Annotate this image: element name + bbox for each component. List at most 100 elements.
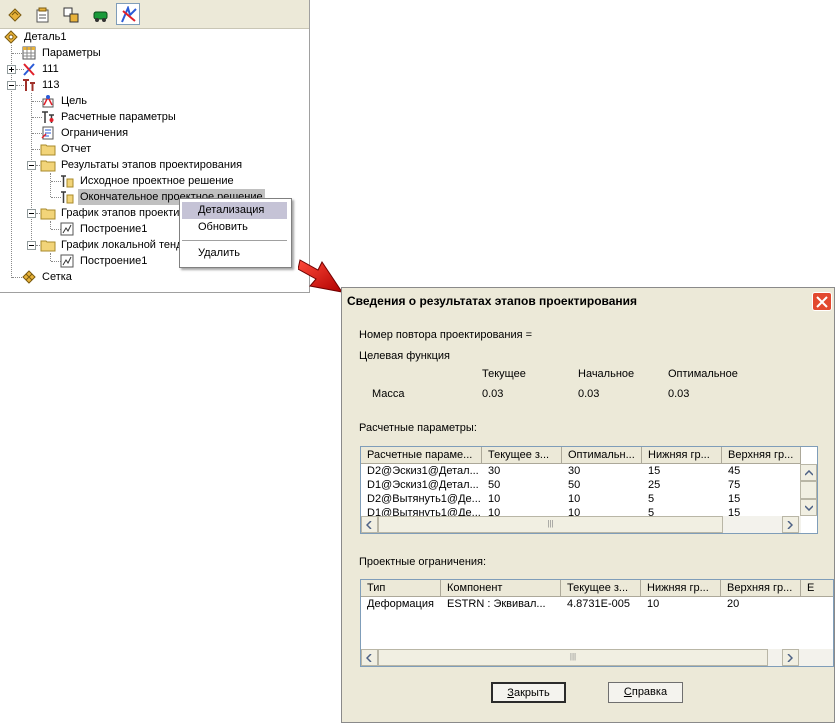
close-dialog-button[interactable]: Закрыть <box>491 682 566 703</box>
optimization-icon <box>23 79 35 91</box>
table-cell: 30 <box>568 465 581 477</box>
cosmos-manager-tab[interactable] <box>116 3 140 25</box>
table-cell: 50 <box>488 479 501 491</box>
close-icon <box>816 296 828 308</box>
tree-node-label: Расчетные параметры <box>61 111 176 123</box>
table-cell <box>801 597 833 611</box>
menu-item-label: Удалить <box>198 247 240 259</box>
design-variables-icon <box>42 111 54 123</box>
table-cell: 10 <box>568 493 581 505</box>
constraints-header: Тип Компонент Текущее з... Нижняя гр... … <box>361 580 833 597</box>
objective-initial-value: 0.03 <box>578 388 600 400</box>
feature-manager-tab[interactable] <box>2 3 26 25</box>
design-cycle-results-dialog: Сведения о результатах этапов проектиров… <box>341 287 835 723</box>
collapse-toggle-local-trend-graph[interactable] <box>27 241 36 250</box>
table-cell: 15 <box>728 493 741 505</box>
column-header[interactable]: Верхняя гр... <box>721 580 801 596</box>
column-header[interactable]: Текущее з... <box>561 580 641 596</box>
table-cell: Деформация <box>367 598 434 610</box>
iteration-label: Номер повтора проектирования = <box>359 329 533 341</box>
help-button[interactable]: Справка <box>608 682 683 703</box>
analysis-manager-icon <box>121 6 137 23</box>
scroll-down-button[interactable] <box>800 499 817 516</box>
table-cell: D1@Эскиз1@Детал... <box>367 479 479 491</box>
table-cell: 20 <box>727 598 740 610</box>
scroll-thumb[interactable]: ||| <box>378 649 768 666</box>
table-cell: 10 <box>488 493 501 505</box>
result-icon <box>61 191 74 204</box>
column-header[interactable]: Верхняя гр... <box>722 447 801 463</box>
column-header[interactable]: Расчетные параме... <box>361 447 482 463</box>
table-cell: 5 <box>648 493 655 505</box>
part-icon <box>4 30 18 44</box>
column-header[interactable]: Нижняя гр... <box>642 447 722 463</box>
tree-node-label: Исходное проектное решение <box>80 175 234 187</box>
table-cell: D2@Эскиз1@Детал... <box>367 465 479 477</box>
scroll-left-button[interactable] <box>361 516 378 533</box>
help-button-accel: С <box>623 686 632 698</box>
column-header[interactable]: Оптимальн... <box>562 447 642 463</box>
folder-icon <box>40 208 56 220</box>
design-params-label: Расчетные параметры: <box>359 422 477 434</box>
chevron-right-icon <box>787 521 793 529</box>
scroll-right-button[interactable] <box>782 649 799 666</box>
chevron-right-icon <box>787 654 793 662</box>
chevron-left-icon <box>366 654 372 662</box>
vertical-scrollbar[interactable] <box>800 464 817 516</box>
table-cell: 25 <box>648 479 661 491</box>
scroll-left-button[interactable] <box>361 649 378 666</box>
context-menu-item-delete[interactable]: Удалить <box>182 245 287 262</box>
context-menu-item-details[interactable]: Детализация <box>182 202 287 219</box>
scroll-thumb[interactable] <box>800 481 817 499</box>
collapse-toggle-113[interactable] <box>7 81 16 90</box>
chevron-left-icon <box>366 521 372 529</box>
column-header[interactable]: Е <box>801 580 833 596</box>
column-header[interactable]: Тип <box>361 580 441 596</box>
tree-node-label: 113 <box>42 79 60 91</box>
scroll-up-button[interactable] <box>800 464 817 481</box>
objective-optimal-value: 0.03 <box>668 388 690 400</box>
tree-node-label: Построение1 <box>80 255 148 267</box>
table-cell: 15 <box>648 465 661 477</box>
constraints-list[interactable]: Тип Компонент Текущее з... Нижняя гр... … <box>360 579 834 667</box>
objective-name: Масса <box>372 388 405 400</box>
tree-node-label: Параметры <box>42 47 101 59</box>
property-manager-tab[interactable] <box>30 3 54 25</box>
tree-node-label: Сетка <box>42 271 72 283</box>
collapse-toggle-results[interactable] <box>27 161 36 170</box>
mesh-icon <box>22 270 36 284</box>
objective-header-current: Текущее <box>482 368 526 380</box>
horizontal-scrollbar[interactable]: ||| <box>361 516 801 533</box>
tree-node-label: Результаты этапов проектирования <box>61 159 243 171</box>
display-manager-tab[interactable] <box>88 3 112 25</box>
configuration-manager-tab[interactable] <box>58 3 82 25</box>
design-params-header: Расчетные параме... Текущее з... Оптимал… <box>361 447 801 464</box>
menu-item-label: Детализация <box>198 204 265 216</box>
folder-icon <box>40 240 56 252</box>
expand-toggle-111[interactable] <box>7 65 16 74</box>
column-header[interactable]: Текущее з... <box>482 447 562 463</box>
objective-header-optimal: Оптимальное <box>668 368 738 380</box>
close-button[interactable] <box>812 292 832 311</box>
table-cell: ESTRN : Эквивал... <box>447 598 546 610</box>
tree-node-label: Ограничения <box>61 127 129 139</box>
collapse-toggle-design-cycle-graph[interactable] <box>27 209 36 218</box>
tree-toolbar <box>0 0 309 29</box>
objective-current-value: 0.03 <box>482 388 504 400</box>
scroll-thumb[interactable]: ||| <box>378 516 723 533</box>
help-button-label: правка <box>631 686 668 698</box>
context-menu-item-update[interactable]: Обновить <box>182 219 287 236</box>
horizontal-scrollbar[interactable]: ||| <box>361 649 833 666</box>
configuration-manager-icon <box>63 7 79 23</box>
plot-icon <box>60 254 74 268</box>
close-button-accel: З <box>507 687 514 699</box>
tree-node-label: 111 <box>42 63 59 75</box>
scroll-right-button[interactable] <box>782 516 799 533</box>
menu-item-label: Обновить <box>198 221 248 233</box>
chevron-up-icon <box>805 470 813 476</box>
column-header[interactable]: Компонент <box>441 580 561 596</box>
folder-icon <box>40 160 56 172</box>
design-params-list[interactable]: Расчетные параме... Текущее з... Оптимал… <box>360 446 818 534</box>
column-header[interactable]: Нижняя гр... <box>641 580 721 596</box>
dialog-title-bar[interactable]: Сведения о результатах этапов проектиров… <box>342 288 834 314</box>
